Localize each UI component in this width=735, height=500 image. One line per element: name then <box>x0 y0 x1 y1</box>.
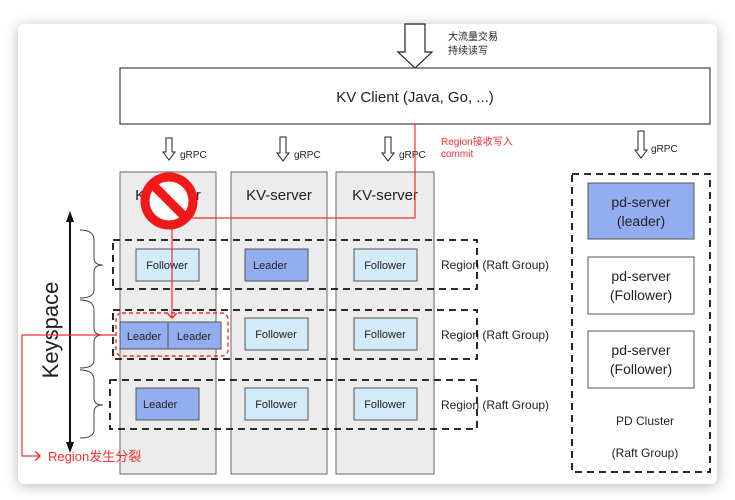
svg-text:(Follower): (Follower) <box>610 361 672 377</box>
kv-server-label: KV-server <box>246 187 312 204</box>
pd-server-follower: pd-server (Follower) <box>587 256 695 315</box>
svg-text:pd-server: pd-server <box>611 268 670 284</box>
svg-text:pd-server: pd-server <box>611 342 670 358</box>
grpc-arrow-2: gRPC <box>276 136 321 162</box>
svg-text:(leader): (leader) <box>617 213 665 229</box>
svg-text:Follower: Follower <box>146 260 188 272</box>
svg-text:Leader: Leader <box>127 331 162 343</box>
svg-text:Follower: Follower <box>364 329 406 341</box>
region-label: Region (Raft Group) <box>441 328 549 342</box>
replica-follower: Follower <box>353 387 418 421</box>
svg-text:Follower: Follower <box>255 399 297 411</box>
replica-leader: Leader <box>135 387 200 421</box>
grpc-arrow-1: gRPC <box>162 137 207 161</box>
replica-leader: Leader <box>244 248 309 282</box>
replica-follower: Follower <box>244 387 309 421</box>
region-label: Region (Raft Group) <box>441 398 549 412</box>
region-label: Region (Raft Group) <box>441 258 549 272</box>
prohibited-icon <box>140 172 198 230</box>
svg-text:Leader: Leader <box>177 331 212 343</box>
grpc-arrow-3: gRPC <box>381 136 426 162</box>
svg-text:pd-server: pd-server <box>611 194 670 210</box>
split-leader-right: Leader <box>167 321 222 350</box>
pd-cluster-label: PD Cluster <box>616 414 674 428</box>
red-note-line1: Region接收写入 <box>441 135 513 148</box>
pd-server-follower: pd-server (Follower) <box>587 330 695 389</box>
split-label: Region发生分裂 <box>48 449 141 464</box>
kv-client-label: KV Client (Java, Go, ...) <box>336 89 494 106</box>
traffic-note-line1: 大流量交易 <box>448 30 498 43</box>
keyspace-arrow-up-icon <box>66 211 74 222</box>
svg-text:Follower: Follower <box>255 329 297 341</box>
replica-follower: Follower <box>244 317 309 351</box>
grpc-label: gRPC <box>651 144 678 155</box>
svg-text:Follower: Follower <box>364 399 406 411</box>
grpc-label: gRPC <box>180 150 207 161</box>
svg-text:(Follower): (Follower) <box>610 287 672 303</box>
replica-follower: Follower <box>353 317 418 351</box>
pd-server-leader: pd-server (leader) <box>587 182 695 240</box>
traffic-arrow-icon <box>396 23 434 69</box>
architecture-diagram: 大流量交易 持续读写 KV Client (Java, Go, ...) KV-… <box>21 23 711 475</box>
keyspace-label: Keyspace <box>38 282 63 379</box>
kv-server-label: KV-server <box>352 187 418 204</box>
red-note-line2: commit <box>441 149 473 160</box>
split-leader-left: Leader <box>119 321 169 350</box>
replica-follower: Follower <box>353 248 418 282</box>
grpc-label: gRPC <box>294 150 321 161</box>
keyspace-braces <box>79 229 104 439</box>
pd-cluster-sublabel: (Raft Group) <box>612 446 679 460</box>
svg-text:Follower: Follower <box>364 260 406 272</box>
svg-text:Leader: Leader <box>253 260 288 272</box>
grpc-label: gRPC <box>399 150 426 161</box>
svg-text:Leader: Leader <box>143 399 178 411</box>
replica-follower: Follower <box>135 248 200 282</box>
traffic-note-line2: 持续读写 <box>448 44 488 57</box>
grpc-arrow-pd: gRPC <box>634 130 678 159</box>
